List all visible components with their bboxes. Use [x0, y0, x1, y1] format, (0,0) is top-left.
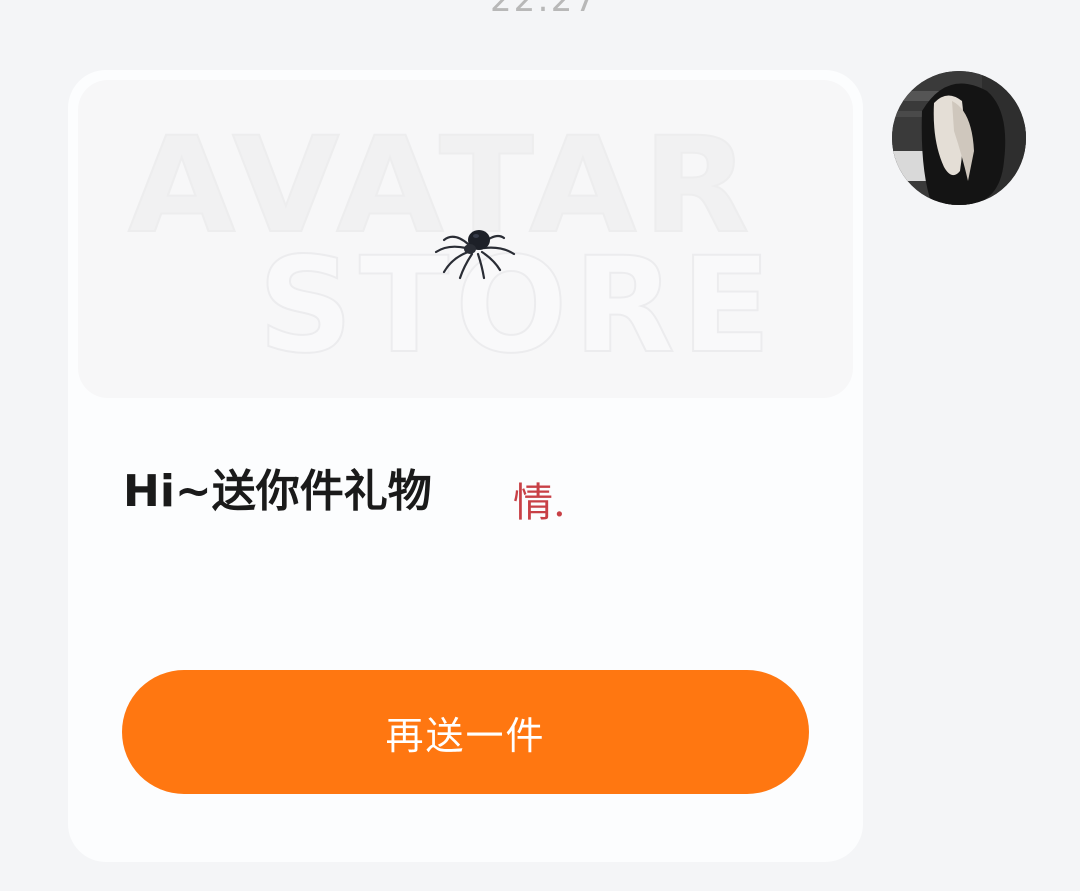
spider-icon — [434, 230, 516, 280]
gift-message-text: Hi~送你件礼物 — [123, 466, 432, 517]
gift-stamp-text: 情. — [513, 480, 566, 526]
gift-image[interactable]: AVATAR STORE — [78, 80, 853, 398]
message-timestamp: 22:27 — [490, 0, 598, 20]
user-avatar-icon — [892, 71, 1026, 205]
resend-gift-button[interactable]: 再送一件 — [122, 670, 809, 794]
gift-message-card[interactable]: AVATAR STORE Hi~送你件礼物 情. 再送一件 — [68, 70, 863, 862]
sender-avatar[interactable] — [892, 71, 1026, 205]
